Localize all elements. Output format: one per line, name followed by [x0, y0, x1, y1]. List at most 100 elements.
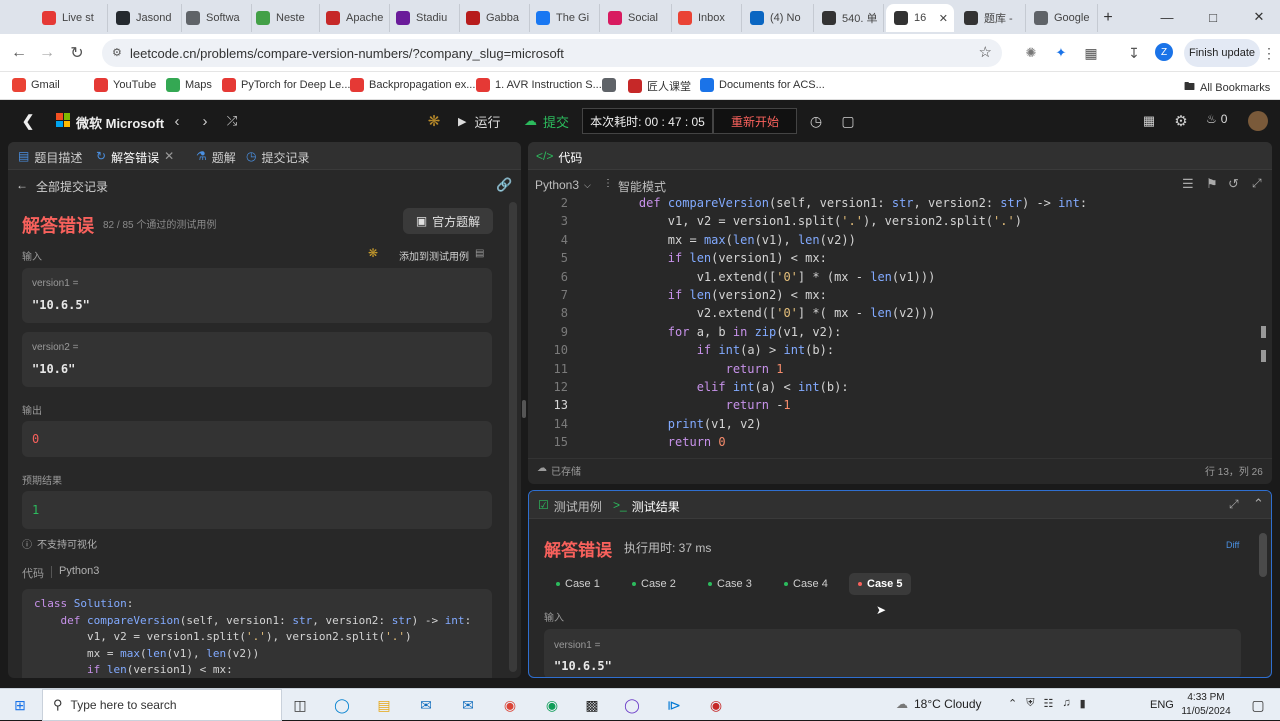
reload-button[interactable]: ↻	[66, 42, 88, 64]
code-line[interactable]: 8 v2.extend(['0'] *( mx - len(v2)))	[528, 306, 1268, 324]
all-bookmarks[interactable]: 🖿 All Bookmarks	[1184, 78, 1270, 97]
language-indicator[interactable]: ENG	[1150, 699, 1174, 711]
file-explorer-icon[interactable]: ▤	[370, 693, 398, 717]
code-line[interactable]: 13 return -1	[528, 398, 1268, 416]
url-input[interactable]: ⚙ leetcode.cn/problems/compare-version-n…	[102, 39, 1002, 67]
code-line[interactable]: 10 if int(a) > int(b):	[528, 343, 1268, 361]
settings-gear-icon[interactable]: ⚙	[1172, 111, 1190, 131]
fullscreen-icon[interactable]: ⤢	[1252, 176, 1262, 191]
browser-tab[interactable]: Softwa	[178, 4, 252, 32]
close-tab-icon[interactable]: ✕	[164, 149, 174, 166]
smart-mode-toggle[interactable]: ⋮ 智能模式	[603, 178, 666, 195]
browser-tab[interactable]: Gabba	[458, 4, 530, 32]
left-scrollbar[interactable]	[509, 202, 517, 672]
maximize-button[interactable]: □	[1190, 0, 1236, 34]
weather-widget[interactable]: ☁ 18°C Cloudy	[896, 697, 982, 711]
tab-description[interactable]: ▤ 题目描述	[18, 149, 82, 166]
case-tab[interactable]: Case 2	[623, 573, 685, 595]
code-line[interactable]: 9 for a, b in zip(v1, v2):	[528, 325, 1268, 343]
browser-tab[interactable]: 题库 -	[956, 4, 1026, 32]
bookmark-item[interactable]: Backpropagation ex...	[350, 78, 475, 92]
code-line[interactable]: 11 return 1	[528, 362, 1268, 380]
bookmark-icon[interactable]: ⚑	[1206, 176, 1218, 192]
new-tab-button[interactable]: +	[1098, 8, 1118, 28]
user-avatar[interactable]	[1248, 111, 1268, 131]
code-line[interactable]: 7 if len(version2) < mx:	[528, 288, 1268, 306]
debug-bug-icon[interactable]: ❋	[424, 111, 444, 131]
company-list-title[interactable]: 微软 Microsoft	[76, 113, 164, 132]
chrome-icon-2[interactable]: ◉	[538, 693, 566, 717]
tab-test-result[interactable]: >_ 测试结果	[613, 498, 680, 515]
vertical-splitter[interactable]	[522, 400, 526, 418]
code-area[interactable]: 2 def compareVersion(self, version1: str…	[528, 196, 1268, 451]
reset-code-icon[interactable]: ↺	[1228, 176, 1239, 192]
layout-icon[interactable]: ▦	[1140, 111, 1158, 131]
task-view-icon[interactable]: ◫	[286, 693, 314, 717]
browser-tab[interactable]: Google	[1026, 4, 1098, 32]
code-line[interactable]: 12 elif int(a) < int(b):	[528, 380, 1268, 398]
puzzle-icon[interactable]: ▦	[1080, 42, 1102, 64]
prev-problem-icon[interactable]: ‹	[168, 111, 186, 131]
browser-menu-icon[interactable]: ⋮	[1258, 42, 1280, 64]
share-link-icon[interactable]: 🔗	[496, 177, 512, 193]
tab-testcases[interactable]: ☑ 测试用例	[538, 498, 602, 515]
next-problem-icon[interactable]: ›	[196, 111, 214, 131]
code-line[interactable]: 6 v1.extend(['0'] * (mx - len(v1)))	[528, 270, 1268, 288]
browser-tab[interactable]: Inbox	[670, 4, 742, 32]
system-tray[interactable]: ⌃ ⛨ ☷ ♫ ▮	[1008, 697, 1086, 710]
add-to-testcase-button[interactable]: 添加到测试用例 ▤	[399, 248, 484, 263]
start-menu-icon[interactable]: ⊞	[6, 693, 34, 717]
extension-icon-2[interactable]: ✦	[1050, 42, 1072, 64]
app-icon[interactable]: ◉	[702, 693, 730, 717]
close-tab-icon[interactable]: ✕	[939, 12, 948, 25]
browser-tab[interactable]: 540. 单	[814, 4, 884, 32]
bookmark-item[interactable]: Documents for ACS...	[700, 78, 825, 92]
close-window-button[interactable]: ✕	[1236, 0, 1280, 34]
bookmark-item[interactable]: Gmail	[12, 78, 60, 92]
result-scrollbar[interactable]	[1259, 533, 1267, 577]
streak-counter[interactable]: ♨ 0	[1206, 112, 1227, 126]
chrome-icon[interactable]: ◉	[496, 693, 524, 717]
browser-tab[interactable]: (4) No	[742, 4, 814, 32]
diff-toggle[interactable]: Diff	[1226, 540, 1239, 550]
bookmark-star-icon[interactable]: ☆	[979, 43, 992, 61]
browser-tab[interactable]: Apache	[318, 4, 390, 32]
code-line[interactable]: 4 mx = max(len(v1), len(v2))	[528, 233, 1268, 251]
browser-tab[interactable]: Neste	[248, 4, 320, 32]
download-icon[interactable]: ↧	[1123, 42, 1145, 64]
debug-icon[interactable]: ❋	[368, 246, 378, 260]
browser-tab[interactable]: Social	[600, 4, 672, 32]
browser-tab[interactable]: Stadiu	[388, 4, 460, 32]
code-line[interactable]: 5 if len(version1) < mx:	[528, 251, 1268, 269]
browser-tab[interactable]: 16 ✕	[886, 4, 954, 32]
case-tab[interactable]: Case 5	[849, 573, 912, 595]
code-line[interactable]: 15 return 0	[528, 435, 1268, 451]
outlook-icon[interactable]: ✉	[412, 693, 440, 717]
vscode-icon[interactable]: ⧐	[660, 693, 688, 717]
tab-solutions[interactable]: ⚗ 题解	[196, 149, 236, 166]
back-to-submissions[interactable]: ← 全部提交记录	[16, 178, 108, 195]
restart-timer-button[interactable]: 重新开始	[713, 108, 797, 134]
browser-tab[interactable]: Live st	[34, 4, 108, 32]
back-button[interactable]: ←	[8, 42, 30, 64]
submit-button[interactable]: ☁ 提交	[518, 108, 578, 134]
code-line[interactable]: 3 v1, v2 = version1.split('.'), version2…	[528, 214, 1268, 232]
bookmark-item[interactable]: 1. AVR Instruction S...	[476, 78, 602, 92]
github-desktop-icon[interactable]: ◯	[618, 693, 646, 717]
site-info-icon[interactable]: ⚙	[112, 46, 122, 59]
minimize-button[interactable]: —	[1144, 0, 1190, 34]
official-solution-button[interactable]: ▣ 官方题解	[403, 208, 493, 234]
language-select[interactable]: Python3 ⌵	[535, 178, 591, 192]
format-icon[interactable]: ☰	[1182, 176, 1194, 192]
leetcode-logo-icon[interactable]: ❮	[18, 111, 38, 131]
mail-icon[interactable]: ✉	[454, 693, 482, 717]
code-line[interactable]: 14 print(v1, v2)	[528, 417, 1268, 435]
notifications-icon[interactable]: ▢	[1244, 693, 1272, 717]
alarm-icon[interactable]: ◷	[806, 111, 826, 131]
terminal-app-icon[interactable]: ▩	[578, 693, 606, 717]
tab-submissions[interactable]: ◷ 提交记录	[246, 149, 310, 166]
case-tab[interactable]: Case 3	[699, 573, 761, 595]
bookmark-item[interactable]: Maps	[166, 78, 212, 92]
finish-update-button[interactable]: Finish update	[1184, 39, 1260, 67]
bookmark-item[interactable]: PyTorch for Deep Le...	[222, 78, 350, 92]
